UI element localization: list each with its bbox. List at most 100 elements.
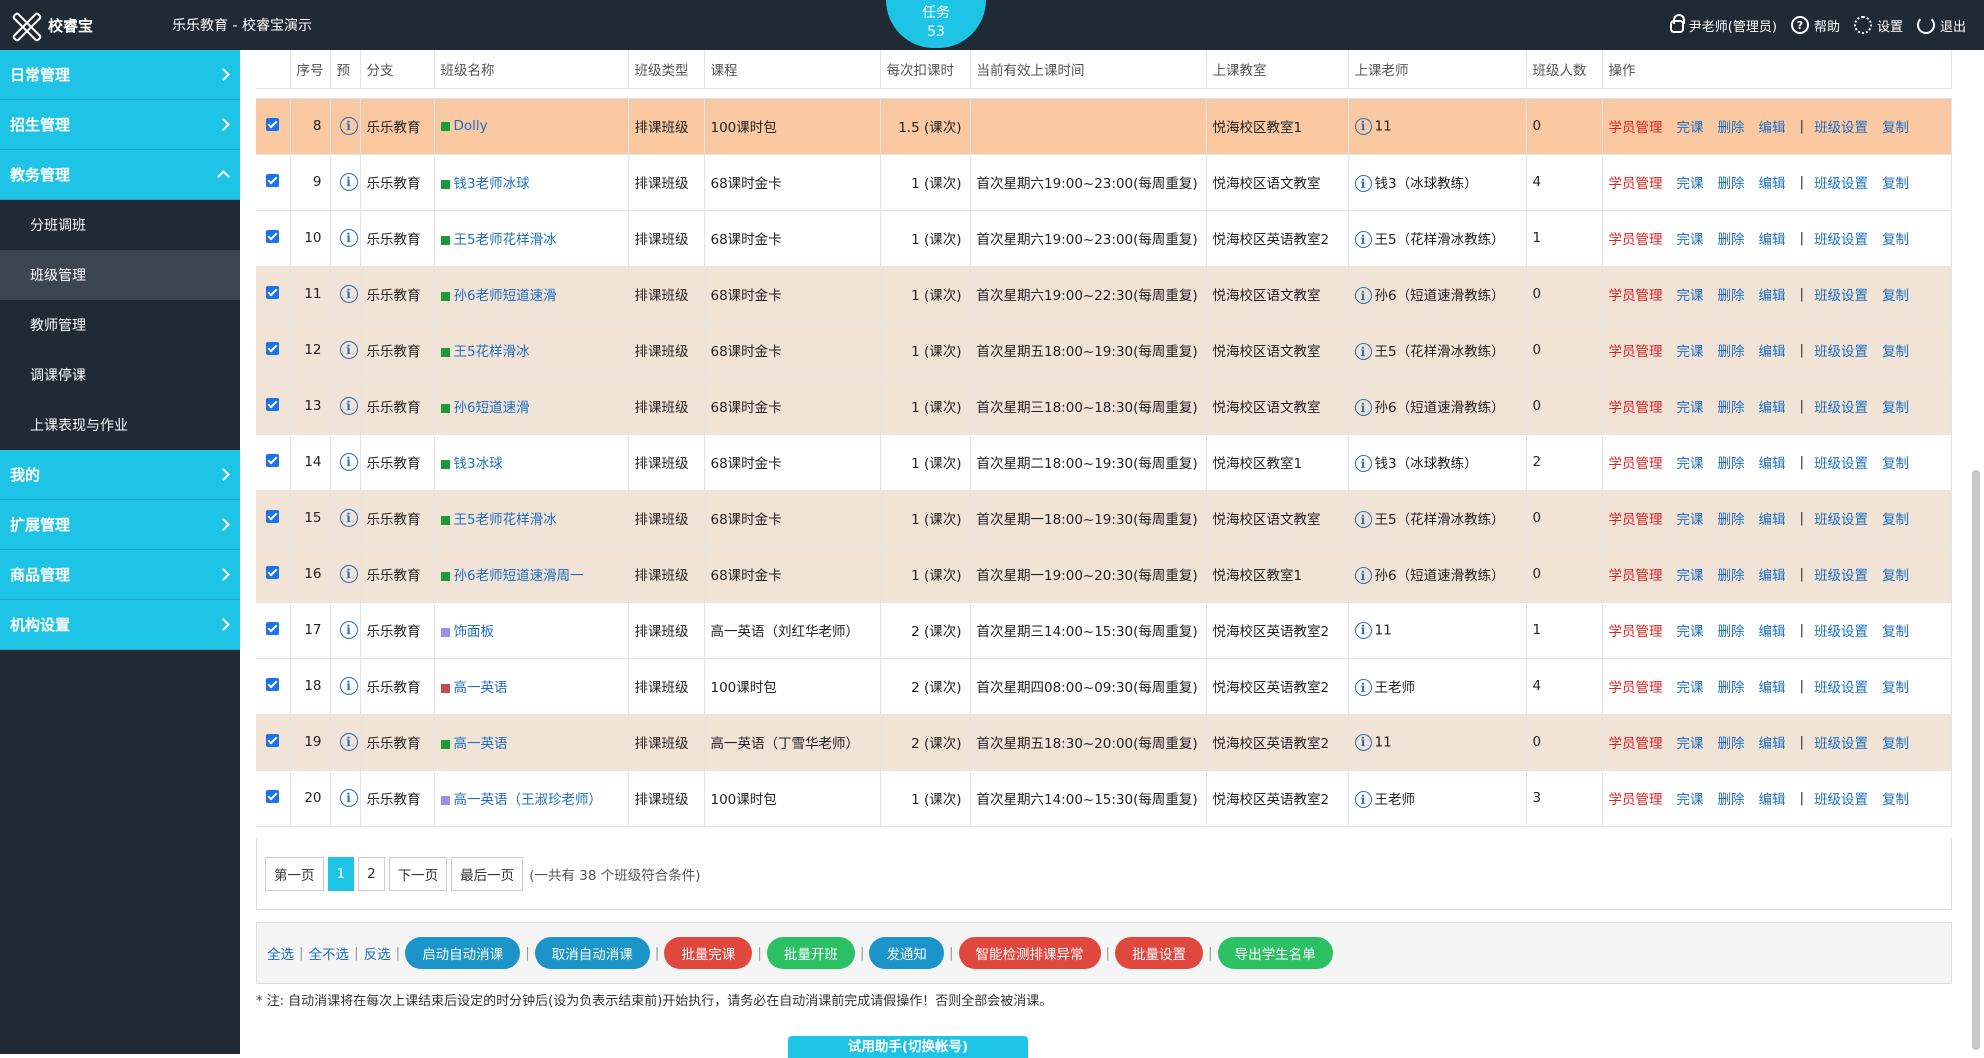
op-edit-link[interactable]: 编辑 [1759,228,1786,248]
op-delete-link[interactable]: 删除 [1718,620,1745,640]
info-icon[interactable]: i [1354,567,1372,585]
info-icon[interactable]: i [339,509,358,527]
op-class-settings-link[interactable]: 班级设置 [1814,676,1868,696]
op-finish-class-link[interactable]: 完课 [1677,284,1704,304]
op-student-manage-link[interactable]: 学员管理 [1609,564,1663,584]
op-delete-link[interactable]: 删除 [1718,228,1745,248]
row-checkbox[interactable] [266,789,279,803]
row-checkbox[interactable] [266,173,279,187]
op-edit-link[interactable]: 编辑 [1759,172,1786,192]
info-icon[interactable]: i [339,677,358,695]
op-delete-link[interactable]: 删除 [1718,116,1745,136]
op-finish-class-link[interactable]: 完课 [1677,228,1704,248]
batch-button-2[interactable]: 取消自动消课 [534,937,650,969]
row-checkbox[interactable] [266,117,279,131]
info-icon[interactable]: i [339,789,358,807]
info-icon[interactable]: i [339,397,358,415]
op-class-settings-link[interactable]: 班级设置 [1814,116,1868,136]
info-icon[interactable]: i [1354,287,1372,305]
class-name-link[interactable]: 钱3老师冰球 [454,176,530,192]
info-icon[interactable]: i [339,229,358,247]
class-name-link[interactable]: 高一英语 [454,680,508,696]
info-icon[interactable]: i [1354,511,1372,529]
op-copy-link[interactable]: 复制 [1882,116,1909,136]
row-checkbox[interactable] [266,565,279,579]
op-class-settings-link[interactable]: 班级设置 [1814,620,1868,640]
op-finish-class-link[interactable]: 完课 [1677,620,1704,640]
op-delete-link[interactable]: 删除 [1718,452,1745,472]
op-copy-link[interactable]: 复制 [1882,508,1909,528]
op-class-settings-link[interactable]: 班级设置 [1814,788,1868,808]
op-student-manage-link[interactable]: 学员管理 [1609,228,1663,248]
op-edit-link[interactable]: 编辑 [1759,732,1786,752]
op-class-settings-link[interactable]: 班级设置 [1814,284,1868,304]
op-finish-class-link[interactable]: 完课 [1677,396,1704,416]
class-name-link[interactable]: 王5花样滑冰 [454,344,530,360]
op-edit-link[interactable]: 编辑 [1759,676,1786,696]
op-delete-link[interactable]: 删除 [1718,284,1745,304]
class-name-link[interactable]: 孙6老师短道速滑周一 [454,568,584,584]
row-checkbox[interactable] [266,341,279,355]
op-finish-class-link[interactable]: 完课 [1677,564,1704,584]
info-icon[interactable]: i [339,285,358,303]
op-copy-link[interactable]: 复制 [1882,788,1909,808]
task-badge[interactable]: 任务 53 [886,0,986,48]
op-copy-link[interactable]: 复制 [1882,284,1909,304]
pager-page-2[interactable]: 2 [358,856,385,891]
class-name-link[interactable]: 饰面板 [454,624,495,640]
pager-last[interactable]: 最后一页 [451,856,524,891]
op-delete-link[interactable]: 删除 [1718,172,1745,192]
op-delete-link[interactable]: 删除 [1718,564,1745,584]
row-checkbox[interactable] [266,621,279,635]
sidebar-sub-class-manage[interactable]: 班级管理 [0,250,240,300]
info-icon[interactable]: i [1354,621,1372,639]
pager-next[interactable]: 下一页 [388,856,448,891]
user-menu[interactable]: 尹老师(管理员) [1669,14,1777,35]
select-none-link[interactable]: 全不选 [309,943,350,963]
op-delete-link[interactable]: 删除 [1718,508,1745,528]
info-icon[interactable]: i [1354,117,1372,135]
batch-button-7[interactable]: 批量设置 [1115,937,1204,969]
trial-helper-button[interactable]: 试用助手(切换帐号) [788,1036,1028,1058]
info-icon[interactable]: i [1354,175,1372,193]
op-class-settings-link[interactable]: 班级设置 [1814,564,1868,584]
op-finish-class-link[interactable]: 完课 [1677,788,1704,808]
op-finish-class-link[interactable]: 完课 [1677,340,1704,360]
op-finish-class-link[interactable]: 完课 [1677,676,1704,696]
op-copy-link[interactable]: 复制 [1882,396,1909,416]
class-name-link[interactable]: 钱3冰球 [454,456,503,472]
op-delete-link[interactable]: 删除 [1718,396,1745,416]
help-button[interactable]: ? 帮助 [1790,16,1840,35]
batch-button-6[interactable]: 智能检测排课异常 [958,937,1101,969]
info-icon[interactable]: i [1354,679,1372,697]
row-checkbox[interactable] [266,285,279,299]
op-copy-link[interactable]: 复制 [1882,340,1909,360]
op-student-manage-link[interactable]: 学员管理 [1609,620,1663,640]
row-checkbox[interactable] [266,229,279,243]
sidebar-item-enrollment[interactable]: 招生管理 [0,100,240,150]
sidebar-item-extension[interactable]: 扩展管理 [0,500,240,550]
op-finish-class-link[interactable]: 完课 [1677,116,1704,136]
op-class-settings-link[interactable]: 班级设置 [1814,396,1868,416]
op-edit-link[interactable]: 编辑 [1759,620,1786,640]
op-copy-link[interactable]: 复制 [1882,452,1909,472]
op-finish-class-link[interactable]: 完课 [1677,508,1704,528]
batch-button-5[interactable]: 发通知 [869,937,944,969]
batch-button-8[interactable]: 导出学生名单 [1217,937,1333,969]
sidebar-sub-teacher-manage[interactable]: 教师管理 [0,300,240,350]
select-all-link[interactable]: 全选 [267,943,294,963]
sidebar-sub-reschedule[interactable]: 调课停课 [0,350,240,400]
op-copy-link[interactable]: 复制 [1882,564,1909,584]
row-checkbox[interactable] [266,453,279,467]
op-class-settings-link[interactable]: 班级设置 [1814,452,1868,472]
info-icon[interactable]: i [339,733,358,751]
pager-page-1[interactable]: 1 [327,856,355,891]
op-delete-link[interactable]: 删除 [1718,340,1745,360]
op-class-settings-link[interactable]: 班级设置 [1814,228,1868,248]
info-icon[interactable]: i [339,341,358,359]
info-icon[interactable]: i [1354,231,1372,249]
row-checkbox[interactable] [266,733,279,747]
class-name-link[interactable]: 高一英语（王淑珍老师） [454,792,603,808]
info-icon[interactable]: i [1354,455,1372,473]
row-checkbox[interactable] [266,677,279,691]
